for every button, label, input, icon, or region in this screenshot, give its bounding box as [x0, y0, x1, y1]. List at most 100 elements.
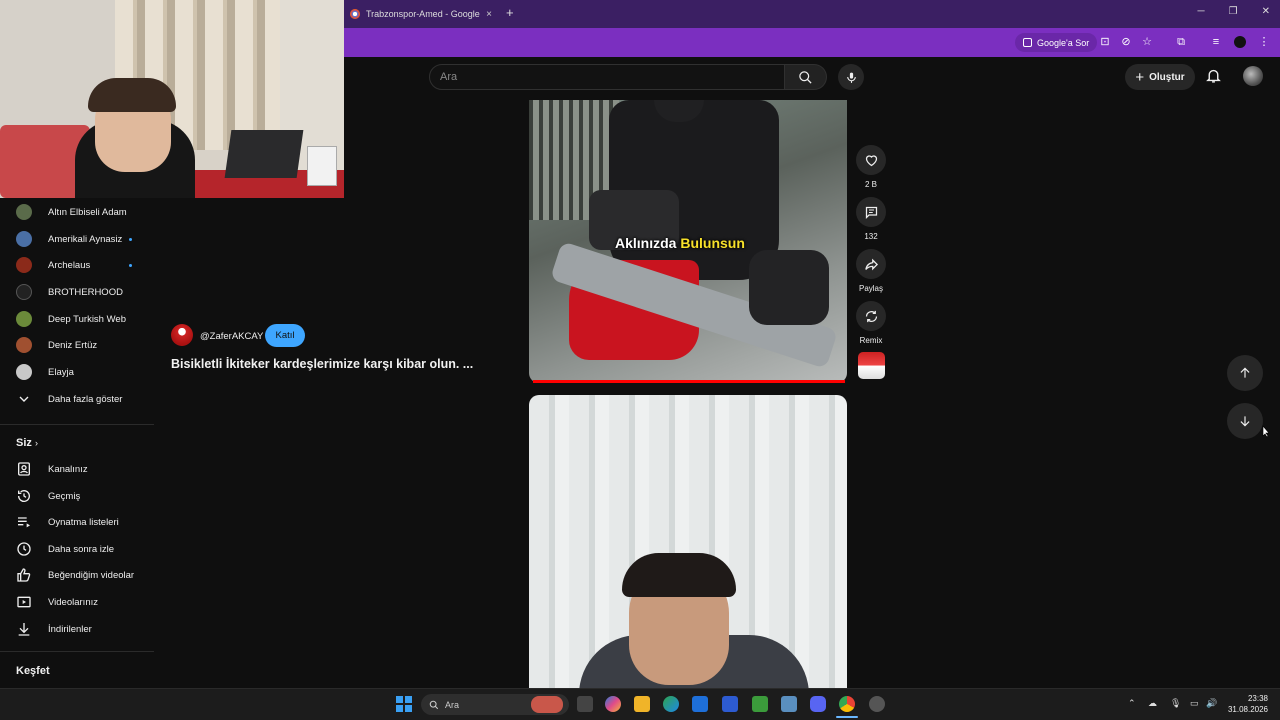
sidebar-item-label: Kanalınız — [48, 464, 88, 475]
explore-section-header: Keşfet — [16, 665, 50, 677]
active-app-indicator — [836, 716, 858, 718]
sidebar-subscription-item[interactable]: BROTHERHOOD — [0, 279, 154, 305]
video-caption: Aklınızda Bulunsun — [615, 235, 745, 251]
window-controls: ─ ❐ ✕ — [1198, 6, 1270, 17]
minimize-button[interactable]: ─ — [1198, 6, 1205, 17]
history-icon — [17, 490, 30, 502]
microphone-tray-icon[interactable]: 🎙 — [1170, 698, 1181, 709]
laptop — [224, 130, 304, 178]
account-avatar[interactable] — [1243, 66, 1263, 86]
outlook-icon[interactable] — [692, 696, 708, 712]
system-clock[interactable]: 23:38 31.08.2026 — [1222, 693, 1268, 715]
media-control-icon[interactable]: ≡ — [1210, 36, 1222, 48]
install-app-icon[interactable]: ⊡ — [1099, 36, 1111, 48]
caption-text-white: Aklınızda — [615, 235, 677, 251]
sidebar-item-downloads[interactable]: İndirilenler — [0, 616, 154, 642]
join-button[interactable]: Katıl — [265, 324, 305, 347]
channel-avatar — [16, 311, 32, 327]
voice-search-button[interactable] — [838, 64, 864, 90]
sidebar-item-channel[interactable]: Kanalınız — [0, 456, 154, 482]
like-button[interactable] — [856, 145, 886, 175]
channel-name[interactable]: @ZaferAKCAY — [200, 331, 263, 342]
sidebar-item-liked-videos[interactable]: Beğendiğim videolar — [0, 562, 154, 588]
volume-icon[interactable]: 🔊 — [1206, 698, 1217, 709]
sidebar-item-history[interactable]: Geçmiş — [0, 483, 154, 509]
previous-short-button[interactable] — [1227, 355, 1263, 391]
taskbar-search[interactable]: Ara — [421, 694, 569, 715]
subscription-label: Deniz Ertüz — [48, 340, 98, 351]
google-favicon-icon — [350, 9, 360, 19]
task-view-icon[interactable] — [577, 696, 593, 712]
windows-start-icon[interactable] — [396, 696, 412, 712]
search-input[interactable]: Ara — [429, 64, 785, 90]
eye-off-icon[interactable]: ⊘ — [1120, 36, 1132, 48]
close-window-button[interactable]: ✕ — [1262, 6, 1270, 17]
file-explorer-icon[interactable] — [634, 696, 650, 712]
video-progress-bar[interactable] — [533, 380, 845, 383]
new-tab-button[interactable]: + — [506, 5, 514, 20]
search-button[interactable] — [785, 64, 827, 90]
remix-button[interactable] — [856, 301, 886, 331]
restore-button[interactable]: ❐ — [1229, 6, 1238, 17]
settings-icon[interactable] — [781, 696, 797, 712]
like-count: 2 B — [864, 180, 877, 189]
profile-icon[interactable] — [1234, 36, 1246, 48]
short-title[interactable]: Bisikletli İkiteker kardeşlerimize karşı… — [171, 357, 473, 371]
comment-count: 132 — [864, 232, 878, 241]
notifications-button[interactable] — [1205, 67, 1222, 89]
create-button[interactable]: + Oluştur — [1125, 64, 1195, 90]
copilot-icon[interactable] — [605, 696, 621, 712]
sidebar-subscription-item[interactable]: Amerikali Aynasiz — [0, 226, 154, 252]
remix-label: Remix — [859, 336, 883, 345]
sidebar-subscription-item[interactable]: Altın Elbiseli Adam — [0, 199, 154, 225]
bookmark-star-icon[interactable]: ☆ — [1141, 36, 1153, 48]
you-section-label: Siz — [16, 437, 32, 449]
google-sor-label: Google'a Sor — [1037, 37, 1090, 48]
share-button[interactable] — [856, 249, 886, 279]
sidebar-item-label: İndirilenler — [48, 624, 92, 635]
sidebar-subscription-item[interactable]: Deep Turkish Web — [0, 306, 154, 332]
new-content-dot — [129, 238, 132, 241]
subscription-label: Elayja — [48, 367, 74, 378]
channel-avatar — [16, 231, 32, 247]
tab-title: Trabzonspor-Amed - Google'd — [366, 9, 481, 19]
chrome-icon[interactable] — [839, 696, 855, 712]
show-more-button[interactable]: Daha fazla göster — [0, 386, 154, 412]
show-more-label: Daha fazla göster — [48, 394, 123, 405]
xbox-icon[interactable] — [752, 696, 768, 712]
caption-text-yellow: Bulunsun — [680, 235, 745, 251]
comments-button[interactable] — [856, 197, 886, 227]
edge-icon[interactable] — [663, 696, 679, 712]
extensions-icon[interactable]: ⧉ — [1175, 36, 1187, 48]
sidebar-subscription-item[interactable]: Deniz Ertüz — [0, 332, 154, 358]
sidebar-subscription-item[interactable]: Archelaus — [0, 252, 154, 278]
channel-thumbnail[interactable] — [858, 352, 885, 379]
cloud-icon[interactable]: ☁ — [1148, 698, 1157, 709]
store-icon[interactable] — [722, 696, 738, 712]
browser-tab[interactable]: Trabzonspor-Amed - Google'd × — [344, 4, 498, 24]
sidebar-subscription-item[interactable]: Elayja — [0, 359, 154, 385]
sidebar-item-label: Oynatma listeleri — [48, 517, 119, 528]
sidebar-item-watch-later[interactable]: Daha sonra izle — [0, 536, 154, 562]
lens-icon — [1023, 38, 1032, 47]
sidebar-item-label: Beğendiğim videolar — [48, 570, 135, 581]
sidebar-item-playlists[interactable]: Oynatma listeleri — [0, 509, 154, 535]
app-icon[interactable] — [869, 696, 885, 712]
menu-dots-icon[interactable]: ⋮ — [1258, 36, 1270, 48]
next-short-video-player[interactable] — [529, 395, 847, 688]
channel-avatar[interactable] — [171, 324, 193, 346]
share-label: Paylaş — [858, 284, 883, 293]
chevron-down-icon — [19, 396, 29, 402]
display-icon[interactable]: ▭ — [1190, 698, 1199, 709]
tab-close-button[interactable]: × — [486, 9, 492, 20]
next-short-button[interactable] — [1227, 403, 1263, 439]
channel-avatar — [16, 337, 32, 353]
thumbs-up-icon — [17, 568, 31, 582]
sidebar-item-your-videos[interactable]: Videolarınız — [0, 589, 154, 615]
new-content-dot — [129, 264, 132, 267]
google-sor-button[interactable]: Google'a Sor — [1015, 33, 1098, 52]
subscription-label: BROTHERHOOD — [48, 287, 123, 298]
you-section-header[interactable]: Siz › — [16, 437, 38, 449]
discord-icon[interactable] — [810, 696, 826, 712]
show-hidden-icons[interactable]: ⌃ — [1128, 698, 1136, 709]
